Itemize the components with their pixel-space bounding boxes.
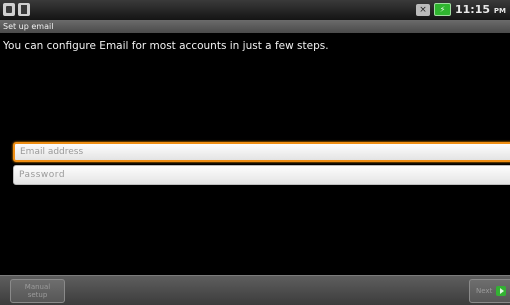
email-field[interactable] (13, 142, 510, 162)
system-icons: × ⚡ 11:15 PM (416, 3, 510, 16)
usb-debug-icon[interactable] (3, 3, 15, 16)
manual-setup-label: Manual setup (24, 283, 51, 299)
clock-time: 11:15 (455, 3, 491, 16)
notification-icons (3, 3, 30, 16)
password-field[interactable] (13, 165, 510, 185)
status-bar: × ⚡ 11:15 PM (0, 0, 510, 20)
battery-icon: ⚡ (434, 3, 451, 16)
page-title: Set up email (3, 22, 54, 31)
sd-card-icon[interactable] (18, 3, 30, 16)
intro-text: You can configure Email for most account… (3, 40, 329, 52)
next-button[interactable]: Next (469, 279, 510, 303)
clock: 11:15 PM (455, 3, 510, 16)
mute-icon: × (416, 3, 430, 16)
title-bar: Set up email (0, 20, 510, 33)
manual-setup-button[interactable]: Manual setup (10, 279, 65, 303)
next-label: Next (476, 287, 493, 295)
bottom-action-bar: Manual setup Next (0, 275, 510, 305)
clock-suffix: PM (493, 7, 506, 15)
next-arrow-icon (496, 286, 507, 296)
